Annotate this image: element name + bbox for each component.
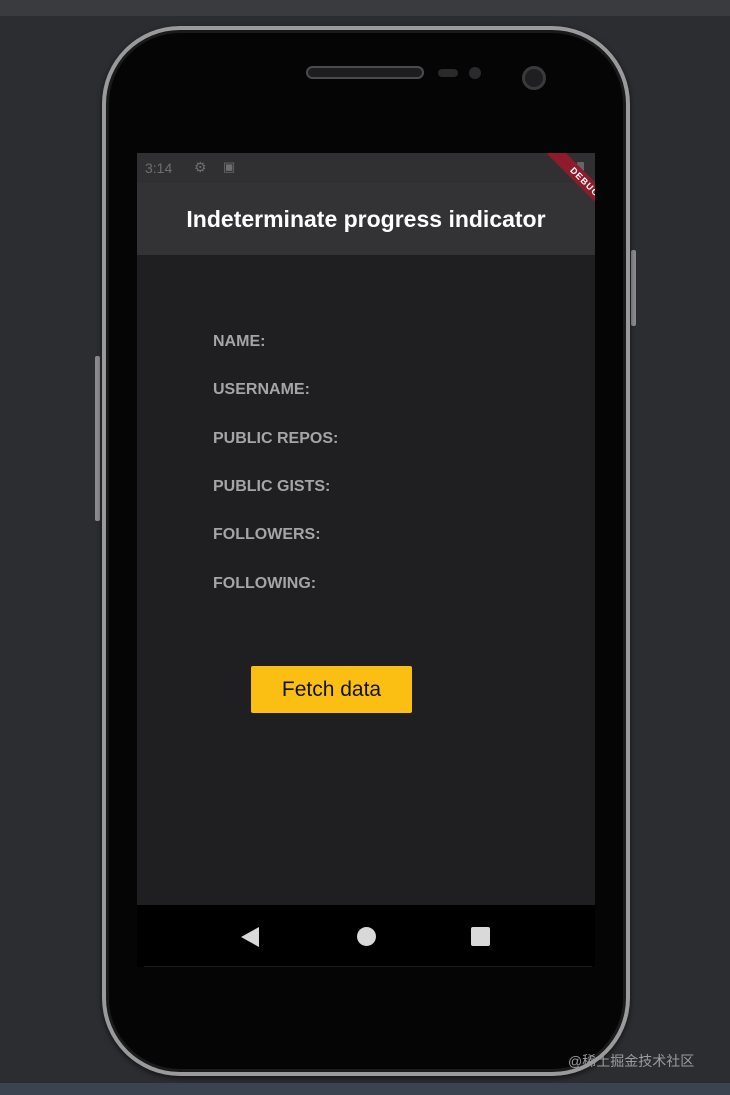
proximity-sensor — [438, 69, 458, 77]
public-gists-label: PUBLIC GISTS: — [213, 478, 331, 495]
earpiece — [306, 66, 424, 79]
recents-square-icon[interactable] — [471, 927, 490, 946]
fetch-data-button[interactable]: Fetch data — [251, 666, 412, 713]
device-screen: 3:14 ⚙ ▣ Indeterminate progress indicato… — [137, 153, 595, 905]
status-time: 3:14 — [145, 160, 173, 176]
public-repos-label: PUBLIC REPOS: — [213, 430, 339, 447]
nav-divider — [144, 966, 592, 967]
page-title: Indeterminate progress indicator — [186, 206, 546, 232]
gear-icon: ⚙ — [194, 159, 207, 175]
watermark: @稀土掘金技术社区 — [568, 1053, 695, 1069]
name-label: NAME: — [213, 333, 266, 350]
followers-label: FOLLOWERS: — [213, 526, 321, 543]
back-triangle-icon[interactable] — [241, 927, 259, 947]
window-top-strip — [0, 0, 730, 16]
front-camera-icon — [522, 66, 546, 90]
following-label: FOLLOWING: — [213, 575, 317, 592]
volume-button[interactable] — [95, 356, 100, 521]
navigation-bar — [137, 905, 595, 967]
status-bar: 3:14 ⚙ ▣ — [137, 153, 595, 183]
app-bar: Indeterminate progress indicator — [137, 183, 595, 255]
home-circle-icon[interactable] — [357, 927, 376, 946]
username-label: USERNAME: — [213, 381, 310, 398]
window-bottom-strip — [0, 1083, 730, 1095]
light-sensor — [469, 67, 481, 79]
power-button[interactable] — [631, 250, 636, 326]
sim-card-icon: ▣ — [223, 159, 236, 174]
